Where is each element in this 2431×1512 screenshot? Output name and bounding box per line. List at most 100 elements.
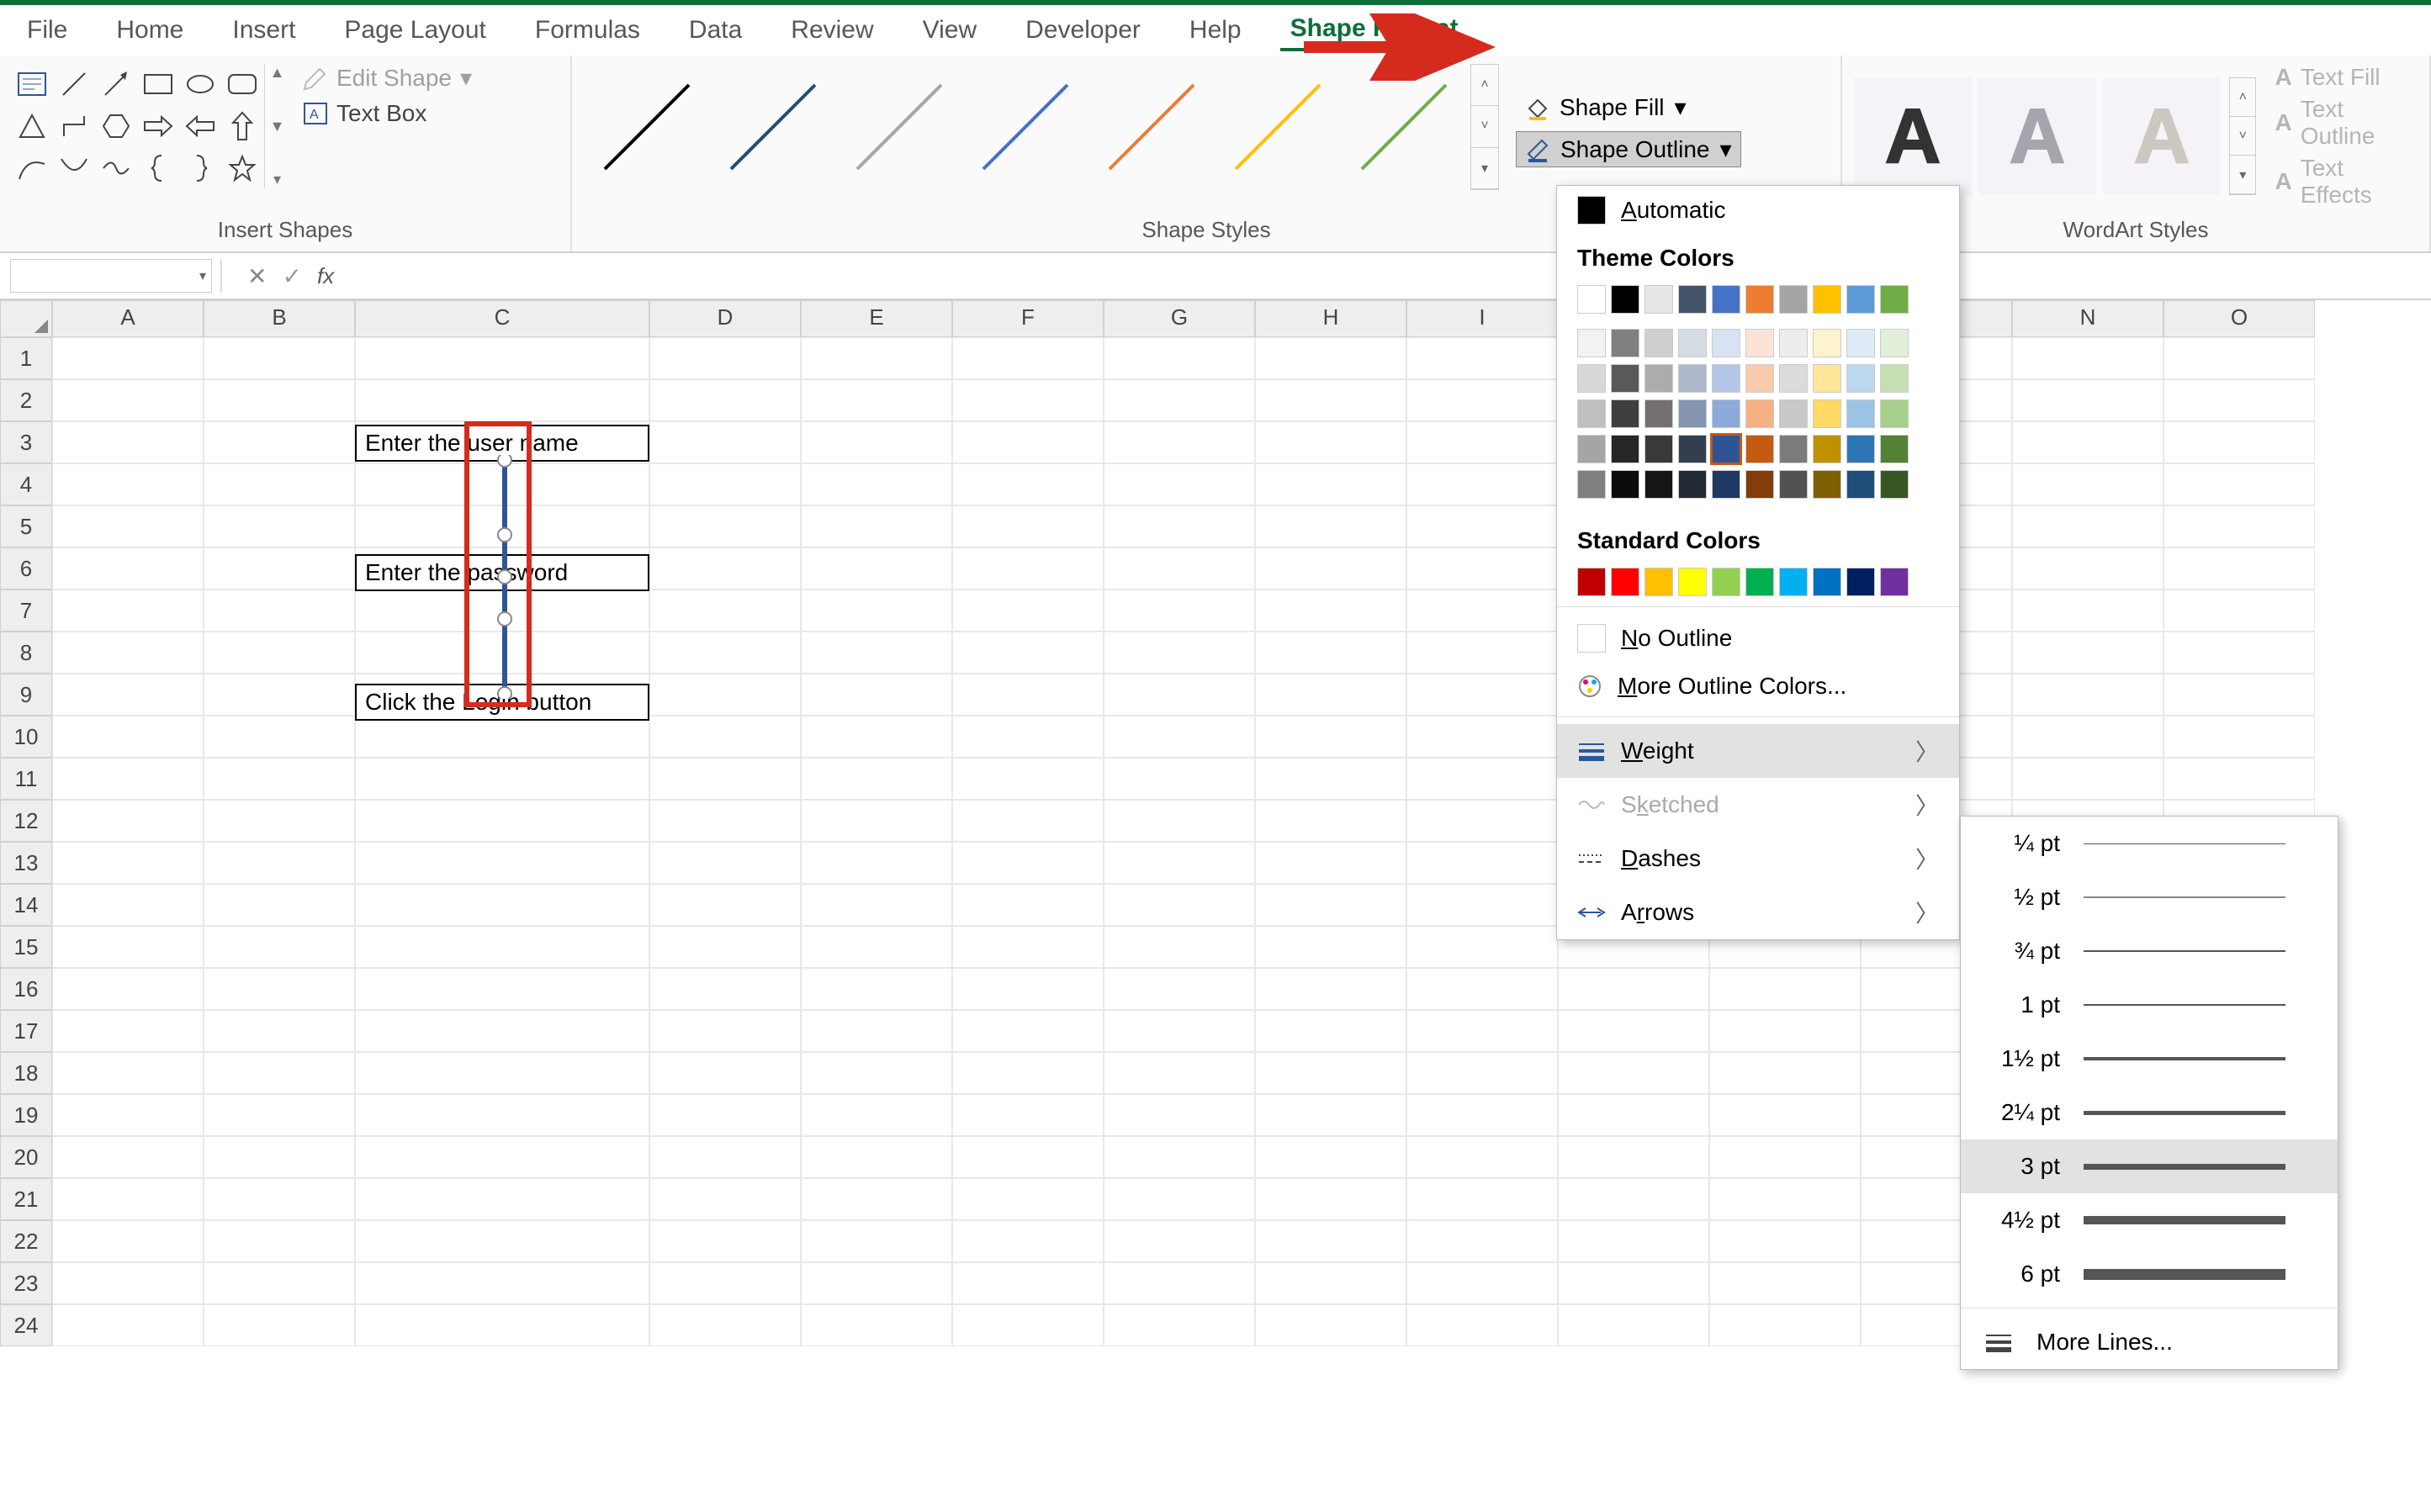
cell[interactable] bbox=[801, 674, 952, 716]
cell[interactable] bbox=[204, 421, 355, 463]
color-swatch[interactable] bbox=[1577, 399, 1606, 428]
column-header[interactable]: G bbox=[1104, 300, 1255, 337]
color-swatch[interactable] bbox=[1745, 568, 1774, 596]
color-swatch[interactable] bbox=[1611, 568, 1639, 596]
cell[interactable] bbox=[649, 1136, 801, 1178]
cell[interactable] bbox=[649, 926, 801, 968]
select-all-corner[interactable] bbox=[0, 300, 52, 337]
cell[interactable] bbox=[801, 421, 952, 463]
cell[interactable] bbox=[649, 547, 801, 589]
shape-rect-icon[interactable] bbox=[138, 64, 178, 104]
cell[interactable] bbox=[204, 463, 355, 505]
name-box[interactable]: ▾ bbox=[10, 259, 212, 293]
tab-view[interactable]: View bbox=[913, 11, 987, 50]
color-swatch[interactable] bbox=[1880, 568, 1909, 596]
cell[interactable] bbox=[204, 589, 355, 632]
shape-curve3-icon[interactable] bbox=[96, 148, 136, 188]
color-swatch[interactable] bbox=[1678, 399, 1707, 428]
cell[interactable] bbox=[1255, 1178, 1406, 1220]
column-header[interactable]: N bbox=[2012, 300, 2164, 337]
outline-automatic[interactable]: Automatic bbox=[1557, 186, 1959, 235]
cell[interactable] bbox=[649, 337, 801, 379]
cell[interactable] bbox=[649, 1010, 801, 1052]
shape-triangle-icon[interactable] bbox=[12, 106, 52, 146]
color-swatch[interactable] bbox=[1846, 470, 1875, 499]
color-swatch[interactable] bbox=[1745, 285, 1774, 314]
cell[interactable] bbox=[1558, 1094, 1709, 1136]
cell[interactable] bbox=[801, 589, 952, 632]
cell[interactable] bbox=[52, 1304, 204, 1346]
cell[interactable] bbox=[1406, 1136, 1558, 1178]
cell[interactable] bbox=[1104, 632, 1255, 674]
cell[interactable] bbox=[52, 589, 204, 632]
cell[interactable] bbox=[52, 674, 204, 716]
cell[interactable] bbox=[952, 1136, 1104, 1178]
cell[interactable] bbox=[1255, 800, 1406, 842]
cell[interactable] bbox=[52, 758, 204, 800]
cell[interactable] bbox=[801, 1010, 952, 1052]
shape-line-icon[interactable] bbox=[54, 64, 94, 104]
color-swatch[interactable] bbox=[1644, 399, 1673, 428]
cell[interactable] bbox=[204, 1136, 355, 1178]
cell[interactable] bbox=[1558, 1262, 1709, 1304]
cell[interactable] bbox=[1255, 1010, 1406, 1052]
cell[interactable] bbox=[1255, 1094, 1406, 1136]
cell[interactable] bbox=[1255, 632, 1406, 674]
row-header[interactable]: 1 bbox=[0, 337, 52, 379]
cell[interactable] bbox=[355, 1220, 649, 1262]
cell[interactable] bbox=[52, 968, 204, 1010]
tab-review[interactable]: Review bbox=[781, 11, 883, 50]
row-header[interactable]: 11 bbox=[0, 758, 52, 800]
cell[interactable] bbox=[1558, 1052, 1709, 1094]
row-header[interactable]: 4 bbox=[0, 463, 52, 505]
shape-textbox-icon[interactable] bbox=[12, 64, 52, 104]
row-header[interactable]: 18 bbox=[0, 1052, 52, 1094]
row-header[interactable]: 20 bbox=[0, 1136, 52, 1178]
cell[interactable] bbox=[2012, 463, 2164, 505]
cell[interactable] bbox=[1709, 1304, 1861, 1346]
color-swatch[interactable] bbox=[1880, 399, 1909, 428]
cell[interactable] bbox=[1709, 1052, 1861, 1094]
cell[interactable] bbox=[1255, 926, 1406, 968]
cell[interactable] bbox=[1255, 884, 1406, 926]
cell[interactable] bbox=[2164, 421, 2315, 463]
shape-hexagon-icon[interactable] bbox=[96, 106, 136, 146]
tab-shape-format[interactable]: Shape Format bbox=[1280, 9, 1469, 51]
cell[interactable] bbox=[2012, 716, 2164, 758]
cell[interactable] bbox=[649, 1220, 801, 1262]
cell[interactable] bbox=[1406, 589, 1558, 632]
row-header[interactable]: 12 bbox=[0, 800, 52, 842]
cell[interactable] bbox=[801, 926, 952, 968]
cell[interactable] bbox=[952, 1220, 1104, 1262]
cell[interactable] bbox=[649, 1304, 801, 1346]
cell[interactable] bbox=[52, 463, 204, 505]
gallery-scroll[interactable]: ˄˅▾ bbox=[1470, 64, 1499, 190]
cell[interactable] bbox=[952, 1094, 1104, 1136]
cell[interactable] bbox=[204, 1010, 355, 1052]
cell[interactable] bbox=[649, 968, 801, 1010]
color-swatch[interactable] bbox=[1611, 435, 1639, 463]
cell[interactable] bbox=[1255, 547, 1406, 589]
color-swatch[interactable] bbox=[1779, 364, 1808, 393]
color-swatch[interactable] bbox=[1577, 285, 1606, 314]
weight-option[interactable]: 6 pt bbox=[1961, 1247, 2338, 1301]
cell[interactable] bbox=[2164, 379, 2315, 421]
cell[interactable] bbox=[649, 505, 801, 547]
weight-option[interactable]: 4½ pt bbox=[1961, 1193, 2338, 1247]
shape-line-arrow-icon[interactable] bbox=[96, 64, 136, 104]
cell[interactable] bbox=[952, 589, 1104, 632]
cell[interactable] bbox=[355, 1262, 649, 1304]
color-swatch[interactable] bbox=[1880, 364, 1909, 393]
color-swatch[interactable] bbox=[1779, 399, 1808, 428]
cell[interactable] bbox=[52, 421, 204, 463]
cell[interactable] bbox=[2012, 632, 2164, 674]
cell[interactable] bbox=[801, 1136, 952, 1178]
cell[interactable] bbox=[204, 1052, 355, 1094]
color-swatch[interactable] bbox=[1678, 364, 1707, 393]
line-style-sample[interactable] bbox=[1088, 64, 1215, 190]
color-swatch[interactable] bbox=[1712, 568, 1740, 596]
cell[interactable] bbox=[1406, 1010, 1558, 1052]
cell[interactable] bbox=[1104, 463, 1255, 505]
cell[interactable] bbox=[1255, 1052, 1406, 1094]
cell[interactable] bbox=[52, 842, 204, 884]
